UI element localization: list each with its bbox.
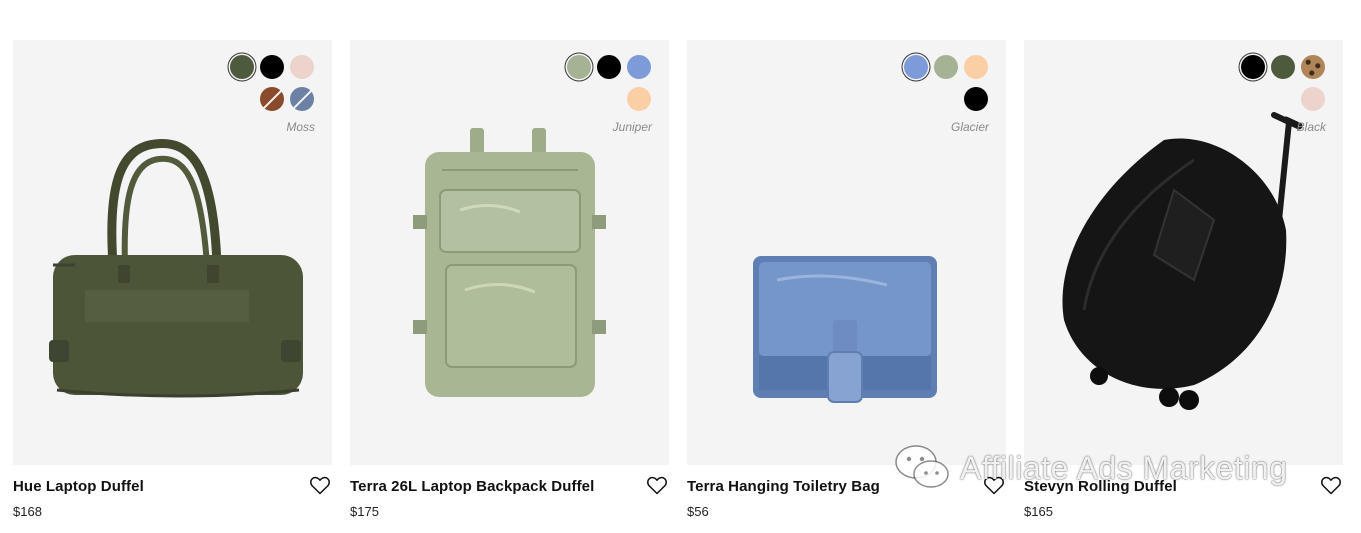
product-price: $56 [687,504,709,519]
product-image-link[interactable]: Black [1024,40,1343,465]
color-swatch[interactable] [904,55,928,79]
color-swatch[interactable] [290,87,314,111]
product-image-link[interactable]: Moss [13,40,332,465]
color-swatch[interactable] [934,55,958,79]
color-swatch[interactable] [964,87,988,111]
color-swatch[interactable] [260,87,284,111]
color-swatches [1235,55,1325,111]
product-price: $165 [1024,504,1053,519]
product-card-terra-backpack-duffel[interactable]: Juniper Terra 26L Laptop Backpack Duffel… [350,40,669,530]
color-swatch[interactable] [627,87,651,111]
product-image-link[interactable]: Juniper [350,40,669,465]
selected-color-label: Juniper [612,120,652,134]
product-price: $175 [350,504,379,519]
color-swatch[interactable] [964,55,988,79]
product-grid: Moss Hue Laptop Duffel $168 Juniper Terr… [13,40,1343,530]
color-swatch[interactable] [260,55,284,79]
product-name[interactable]: Stevyn Rolling Duffel [1024,478,1177,495]
color-swatch[interactable] [230,55,254,79]
product-name[interactable]: Terra Hanging Toiletry Bag [687,478,880,495]
product-name[interactable]: Terra 26L Laptop Backpack Duffel [350,478,594,495]
color-swatch[interactable] [627,55,651,79]
product-name[interactable]: Hue Laptop Duffel [13,478,144,495]
color-swatches [898,55,988,111]
product-price: $168 [13,504,42,519]
selected-color-label: Moss [286,120,315,134]
color-swatch[interactable] [290,55,314,79]
color-swatch[interactable] [1301,55,1325,79]
heart-icon[interactable] [645,473,669,497]
product-card-stevyn-rolling-duffel[interactable]: Black Stevyn Rolling Duffel $165 [1024,40,1343,530]
selected-color-label: Glacier [950,120,989,134]
product-card-terra-toiletry-bag[interactable]: Glacier Terra Hanging Toiletry Bag $56 [687,40,1006,530]
product-card-hue-laptop-duffel[interactable]: Moss Hue Laptop Duffel $168 [13,40,332,530]
color-swatch[interactable] [1271,55,1295,79]
selected-color-label: Black [1296,120,1326,134]
color-swatches [561,55,651,111]
heart-icon[interactable] [982,473,1006,497]
color-swatch[interactable] [597,55,621,79]
heart-icon[interactable] [1319,473,1343,497]
color-swatch[interactable] [567,55,591,79]
color-swatch[interactable] [1301,87,1325,111]
heart-icon[interactable] [308,473,332,497]
color-swatch[interactable] [1241,55,1265,79]
product-image-link[interactable]: Glacier [687,40,1006,465]
color-swatches [224,55,314,111]
